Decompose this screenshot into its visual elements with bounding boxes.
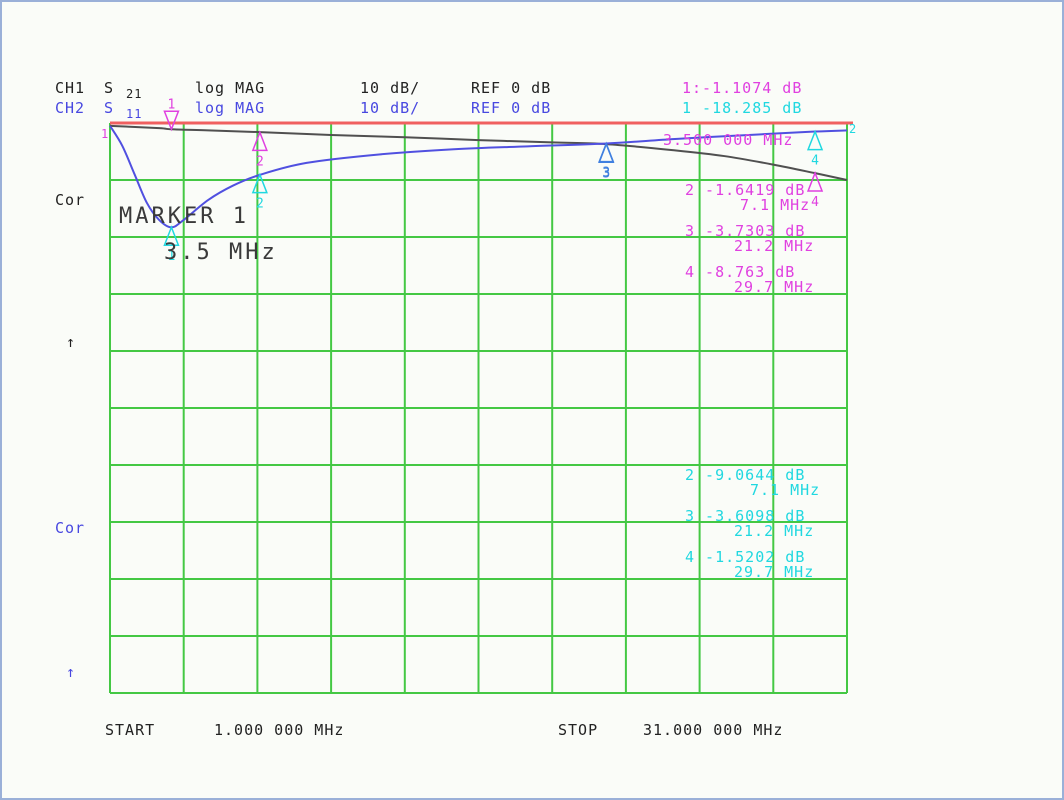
network-analyzer-screen: CH1 S 21 log MAG 10 dB/ REF 0 dB 1:-1.10… [0, 0, 1064, 800]
ch2-marker-2-label: 2 [256, 197, 264, 212]
ch2-marker3-freq: 21.2 MHz [734, 522, 815, 540]
active-marker-freq: 3.5 MHz [164, 240, 278, 265]
start-frequency: 1.000 000 MHz [214, 721, 345, 739]
ch1-marker-3 [598, 142, 615, 164]
ch1-marker-1 [163, 110, 180, 132]
ch1-marker-4-label: 4 [811, 195, 819, 210]
ch1-marker1-freq: 3.500 000 MHz [663, 131, 794, 149]
trace-start-label: 1 [101, 127, 108, 141]
ch1-marker-1-label: 1 [168, 97, 176, 112]
ch2-marker-4-label: 4 [811, 154, 819, 169]
active-marker-title: MARKER 1 [119, 204, 249, 229]
ch2-marker2-freq: 7.1 MHz [750, 481, 821, 499]
ch1-marker-2 [251, 130, 268, 152]
stop-label: STOP [558, 721, 599, 739]
ch1-marker2-freq: 7.1 MHz [740, 196, 811, 214]
trace-chart: 123412341 2 [101, 97, 856, 694]
ch1-marker-4 [806, 170, 824, 192]
trace-end-label: 2 [849, 122, 856, 136]
ch2-marker4-freq: 29.7 MHz [734, 563, 815, 581]
ch1-marker4-freq: 29.7 MHz [734, 278, 815, 296]
start-label: START [105, 721, 156, 739]
ch2-marker-3-label: 3 [602, 166, 610, 181]
stop-frequency: 31.000 000 MHz [643, 721, 784, 739]
ch1-marker-2-label: 2 [256, 154, 264, 169]
ch2-marker-4 [806, 129, 824, 151]
ch1-marker3-freq: 21.2 MHz [734, 237, 815, 255]
